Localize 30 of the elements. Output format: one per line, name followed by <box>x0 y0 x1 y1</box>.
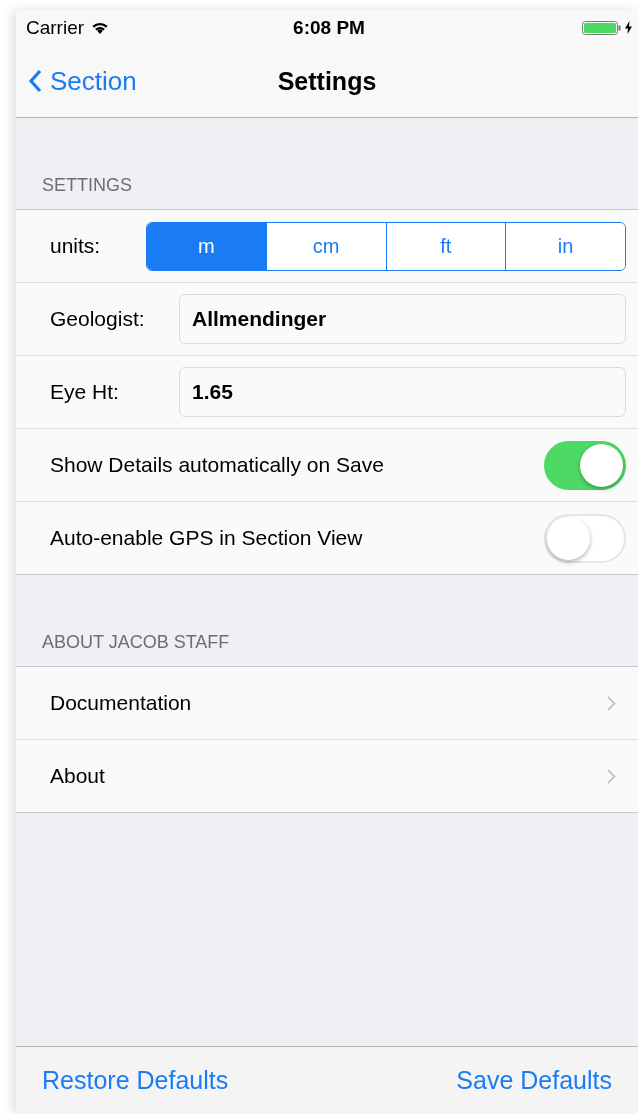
list-item[interactable]: Documentation <box>16 667 638 739</box>
charging-icon <box>625 21 632 34</box>
chevron-icon <box>607 768 616 784</box>
chevron-icon <box>607 695 616 711</box>
battery-icon <box>582 20 622 35</box>
list-item[interactable]: About <box>16 739 638 812</box>
segment-option[interactable]: m <box>147 222 266 270</box>
item-label: Documentation <box>50 691 193 715</box>
toolbar-button[interactable]: Save Defaults <box>456 1066 612 1095</box>
row-label: units: <box>50 234 102 258</box>
field-label: Eye Ht: <box>50 380 120 404</box>
clock-time: 6:08 PM <box>293 16 365 39</box>
toolbar-button[interactable]: Restore Defaults <box>42 1066 229 1095</box>
item-label: About <box>50 764 106 788</box>
carrier-label: Carrier <box>26 16 85 39</box>
segment-option[interactable]: cm <box>265 222 386 270</box>
input-field[interactable]: Allmendinger <box>179 294 626 344</box>
back-chevron-icon <box>28 69 42 93</box>
screen-title: Settings <box>277 66 377 96</box>
section-header: SETTINGS <box>42 175 132 196</box>
section-header: ABOUT JACOB STAFF <box>42 632 230 653</box>
toggle-switch[interactable] <box>544 440 626 490</box>
setting-label: Auto-enable GPS in Section View <box>50 526 364 550</box>
back-button[interactable]: Section <box>16 65 137 97</box>
setting-label: Show Details automatically on Save <box>50 453 385 477</box>
segment-option[interactable]: ft <box>385 222 506 270</box>
input-field[interactable]: 1.65 <box>179 367 626 417</box>
field-label: Geologist: <box>50 307 146 331</box>
wifi-icon <box>92 21 109 34</box>
segment-option[interactable]: in <box>505 222 625 270</box>
